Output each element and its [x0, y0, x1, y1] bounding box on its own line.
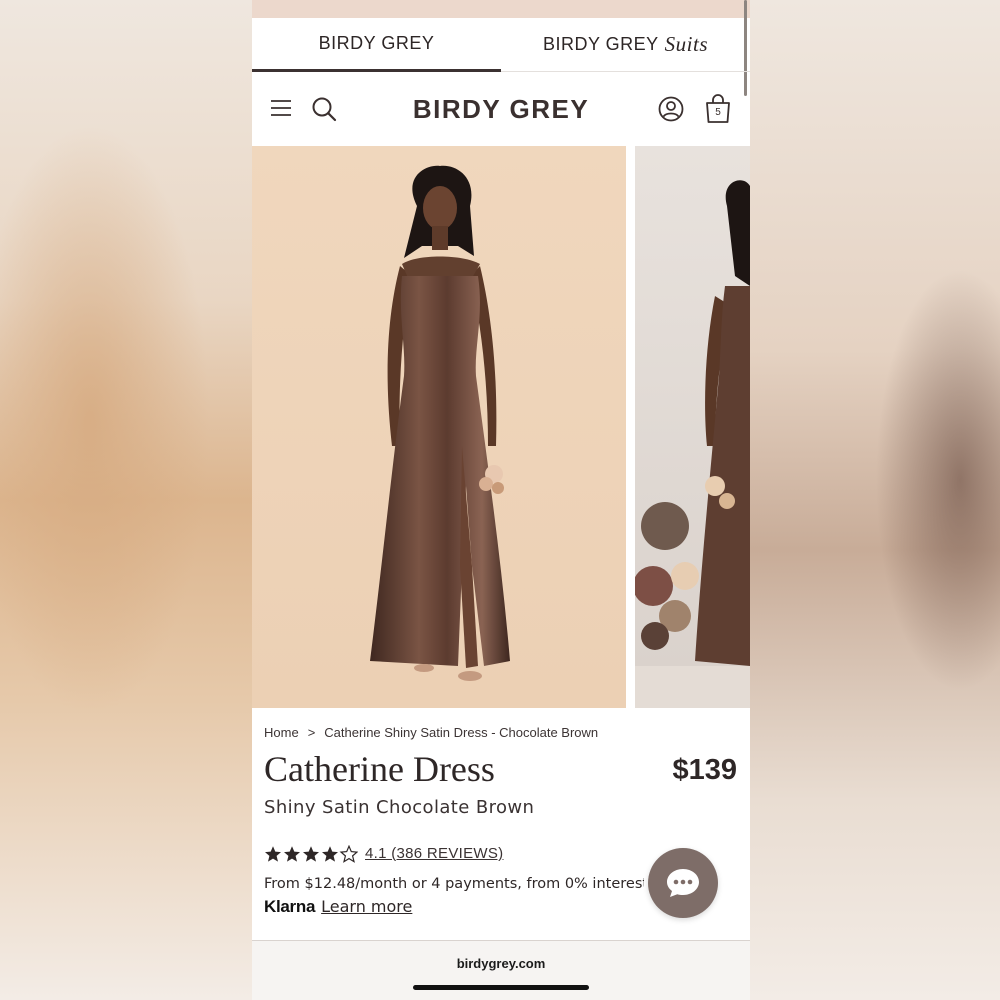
- product-title: Catherine Dress: [264, 749, 495, 789]
- rating-stars[interactable]: [264, 845, 358, 865]
- site-header: BIRDY GREY 5: [252, 72, 750, 146]
- klarna-logo: Klarna: [264, 897, 316, 916]
- breadcrumb: Home > Catherine Shiny Satin Dress - Cho…: [264, 725, 598, 740]
- dress-side-photo[interactable]: [635, 146, 750, 708]
- home-indicator[interactable]: [413, 985, 589, 990]
- financing-text: From $12.48/month or 4 payments, from 0%…: [264, 876, 644, 892]
- star-rating-icon: [265, 845, 358, 863]
- account-icon[interactable]: [658, 96, 684, 122]
- tab-suits-suffix: Suits: [664, 32, 709, 56]
- breadcrumb-current: Catherine Shiny Satin Dress - Chocolate …: [324, 725, 599, 740]
- tab-birdy-grey[interactable]: BIRDY GREY: [252, 18, 501, 72]
- top-banner-strip: [252, 0, 750, 18]
- chat-button[interactable]: [648, 848, 718, 918]
- phone-screen: BIRDY GREY BIRDY GREY Suits BIRDY GREY 5…: [252, 0, 750, 1000]
- breadcrumb-separator: >: [307, 725, 316, 740]
- cart-button[interactable]: 5: [704, 94, 732, 124]
- url-text[interactable]: birdygrey.com: [252, 956, 750, 971]
- product-subtitle: Shiny Satin Chocolate Brown: [264, 797, 535, 818]
- tab-birdy-grey-suits[interactable]: BIRDY GREY Suits: [501, 18, 750, 72]
- learn-more-link[interactable]: Learn more: [321, 897, 412, 916]
- tab-suits-label: BIRDY GREY: [542, 34, 659, 54]
- background-blur-right: [750, 0, 1000, 1000]
- background-blur-left: [0, 0, 252, 1000]
- model-figure-front: [370, 165, 510, 681]
- model-figure-side: [635, 180, 750, 708]
- tab-birdy-grey-label: BIRDY GREY: [318, 33, 435, 53]
- dress-front-photo[interactable]: [252, 146, 626, 708]
- klarna-row: Klarna Learn more: [264, 897, 412, 917]
- breadcrumb-home-link[interactable]: Home: [264, 725, 299, 740]
- brand-tabs: BIRDY GREY BIRDY GREY Suits: [252, 18, 750, 72]
- browser-url-bar[interactable]: birdygrey.com: [252, 941, 750, 1000]
- product-price: $139: [672, 754, 737, 786]
- chat-bubble-icon: [667, 869, 699, 897]
- product-gallery[interactable]: [252, 146, 750, 708]
- reviews-link[interactable]: 4.1 (386 REVIEWS): [365, 845, 503, 862]
- cart-count-badge: 5: [715, 107, 721, 118]
